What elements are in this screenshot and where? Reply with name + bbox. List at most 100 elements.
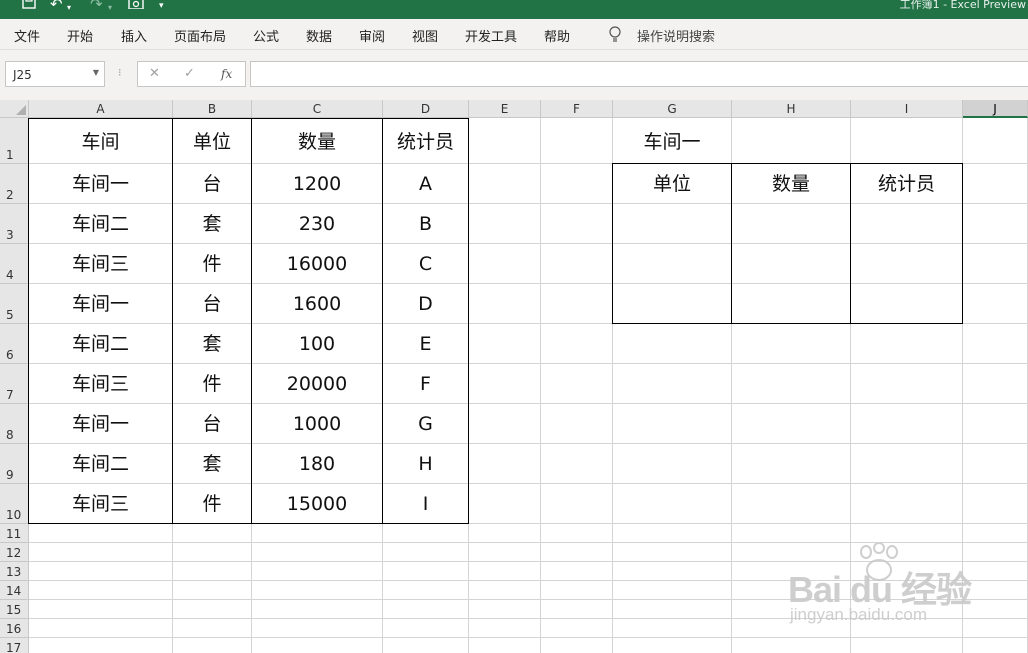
- cell-G2[interactable]: 单位: [613, 164, 732, 204]
- cell-D17[interactable]: [383, 638, 469, 653]
- cell-H6[interactable]: [732, 324, 851, 364]
- cell-B7[interactable]: 件: [173, 364, 252, 404]
- more-options-icon[interactable]: ⁝: [118, 66, 122, 79]
- cell-B14[interactable]: [173, 581, 252, 600]
- cell-D14[interactable]: [383, 581, 469, 600]
- cell-E13[interactable]: [469, 562, 541, 581]
- cancel-icon[interactable]: ✕: [149, 66, 160, 81]
- cell-C14[interactable]: [252, 581, 383, 600]
- cell-B11[interactable]: [173, 524, 252, 543]
- cell-J6[interactable]: [963, 324, 1028, 364]
- cell-D2[interactable]: A: [383, 164, 469, 204]
- cell-H8[interactable]: [732, 404, 851, 444]
- cell-D7[interactable]: F: [383, 364, 469, 404]
- formula-input[interactable]: [250, 61, 1028, 87]
- cell-D3[interactable]: B: [383, 204, 469, 244]
- row-header-1[interactable]: 1: [0, 118, 29, 164]
- cell-G6[interactable]: [613, 324, 732, 364]
- cell-G14[interactable]: [613, 581, 732, 600]
- cell-E11[interactable]: [469, 524, 541, 543]
- cell-B4[interactable]: 件: [173, 244, 252, 284]
- cell-F2[interactable]: [541, 164, 613, 204]
- select-all-corner[interactable]: [0, 100, 29, 118]
- cell-B10[interactable]: 件: [173, 484, 252, 524]
- cell-H7[interactable]: [732, 364, 851, 404]
- cell-G1[interactable]: 车间一: [613, 118, 732, 164]
- cell-B1[interactable]: 单位: [173, 118, 252, 164]
- cell-B3[interactable]: 套: [173, 204, 252, 244]
- cell-E2[interactable]: [469, 164, 541, 204]
- save-icon[interactable]: [22, 0, 36, 12]
- cell-B13[interactable]: [173, 562, 252, 581]
- row-header-14[interactable]: 14: [0, 581, 29, 600]
- cell-E4[interactable]: [469, 244, 541, 284]
- cell-C5[interactable]: 1600: [252, 284, 383, 324]
- camera-icon[interactable]: [128, 0, 144, 12]
- cell-G9[interactable]: [613, 444, 732, 484]
- cell-A2[interactable]: 车间一: [29, 164, 173, 204]
- cell-H9[interactable]: [732, 444, 851, 484]
- cell-F8[interactable]: [541, 404, 613, 444]
- cell-G16[interactable]: [613, 619, 732, 638]
- column-header-I[interactable]: I: [851, 100, 963, 118]
- cell-A4[interactable]: 车间三: [29, 244, 173, 284]
- cell-C1[interactable]: 数量: [252, 118, 383, 164]
- cell-D15[interactable]: [383, 600, 469, 619]
- cell-G8[interactable]: [613, 404, 732, 444]
- cell-A11[interactable]: [29, 524, 173, 543]
- row-header-17[interactable]: 17: [0, 638, 29, 653]
- cell-B17[interactable]: [173, 638, 252, 653]
- cell-G15[interactable]: [613, 600, 732, 619]
- cell-F3[interactable]: [541, 204, 613, 244]
- cell-G4[interactable]: [613, 244, 732, 284]
- tell-me-search[interactable]: 操作说明搜索: [637, 26, 715, 45]
- row-header-7[interactable]: 7: [0, 364, 29, 404]
- column-header-G[interactable]: G: [613, 100, 732, 118]
- cell-A17[interactable]: [29, 638, 173, 653]
- cell-E17[interactable]: [469, 638, 541, 653]
- tab-formulas[interactable]: 公式: [253, 26, 279, 45]
- cell-B9[interactable]: 套: [173, 444, 252, 484]
- cell-B8[interactable]: 台: [173, 404, 252, 444]
- cell-D16[interactable]: [383, 619, 469, 638]
- cell-D1[interactable]: 统计员: [383, 118, 469, 164]
- cell-A10[interactable]: 车间三: [29, 484, 173, 524]
- cell-F5[interactable]: [541, 284, 613, 324]
- cell-J8[interactable]: [963, 404, 1028, 444]
- tab-home[interactable]: 开始: [67, 26, 93, 45]
- cell-E10[interactable]: [469, 484, 541, 524]
- row-header-4[interactable]: 4: [0, 244, 29, 284]
- tab-page-layout[interactable]: 页面布局: [174, 26, 226, 45]
- cell-H10[interactable]: [732, 484, 851, 524]
- cell-J7[interactable]: [963, 364, 1028, 404]
- cell-G10[interactable]: [613, 484, 732, 524]
- cell-B6[interactable]: 套: [173, 324, 252, 364]
- cell-I5[interactable]: [851, 284, 963, 324]
- row-header-3[interactable]: 3: [0, 204, 29, 244]
- cell-H2[interactable]: 数量: [732, 164, 851, 204]
- cell-F11[interactable]: [541, 524, 613, 543]
- cell-D10[interactable]: I: [383, 484, 469, 524]
- cell-E8[interactable]: [469, 404, 541, 444]
- cell-I10[interactable]: [851, 484, 963, 524]
- cell-A12[interactable]: [29, 543, 173, 562]
- cell-C9[interactable]: 180: [252, 444, 383, 484]
- tab-help[interactable]: 帮助: [544, 26, 570, 45]
- column-header-H[interactable]: H: [732, 100, 851, 118]
- tab-insert[interactable]: 插入: [121, 26, 147, 45]
- row-header-11[interactable]: 11: [0, 524, 29, 543]
- customize-qat-icon[interactable]: ▾: [159, 0, 164, 14]
- cell-G5[interactable]: [613, 284, 732, 324]
- cell-F4[interactable]: [541, 244, 613, 284]
- cell-I1[interactable]: [851, 118, 963, 164]
- cell-A13[interactable]: [29, 562, 173, 581]
- cell-J4[interactable]: [963, 244, 1028, 284]
- cell-E7[interactable]: [469, 364, 541, 404]
- tab-review[interactable]: 审阅: [359, 26, 385, 45]
- tab-view[interactable]: 视图: [412, 26, 438, 45]
- cell-G12[interactable]: [613, 543, 732, 562]
- cell-E6[interactable]: [469, 324, 541, 364]
- cell-G11[interactable]: [613, 524, 732, 543]
- cell-G17[interactable]: [613, 638, 732, 653]
- column-header-F[interactable]: F: [541, 100, 613, 118]
